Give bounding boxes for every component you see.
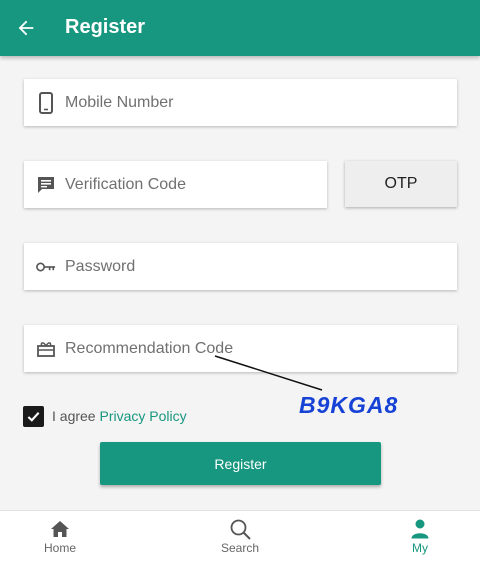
page-title: Register bbox=[65, 16, 146, 38]
verification-code-field[interactable]: Verification Code bbox=[24, 161, 327, 208]
search-icon bbox=[229, 518, 251, 540]
recommendation-code-field[interactable]: Recommendation Code bbox=[24, 325, 457, 372]
gift-icon bbox=[36, 339, 56, 359]
back-button[interactable] bbox=[10, 12, 42, 44]
recommendation-code-annotation: B9KGA8 bbox=[299, 392, 399, 418]
agree-checkbox[interactable] bbox=[23, 406, 44, 427]
nav-label-my: My bbox=[412, 541, 428, 555]
password-placeholder: Password bbox=[65, 257, 136, 275]
password-field[interactable]: Password bbox=[24, 243, 457, 290]
verification-code-placeholder: Verification Code bbox=[65, 175, 186, 193]
privacy-policy-link[interactable]: Privacy Policy bbox=[99, 408, 186, 424]
home-icon bbox=[49, 518, 71, 540]
smartphone-icon bbox=[36, 91, 56, 114]
arrow-left-icon bbox=[18, 20, 34, 36]
key-icon bbox=[36, 257, 56, 277]
mobile-number-placeholder: Mobile Number bbox=[65, 93, 174, 111]
check-icon bbox=[27, 412, 40, 422]
bottom-navigation: Home Search My bbox=[0, 510, 480, 561]
nav-label-home: Home bbox=[43, 541, 76, 555]
register-button[interactable]: Register bbox=[100, 442, 381, 485]
person-icon bbox=[409, 518, 431, 540]
mobile-number-field[interactable]: Mobile Number bbox=[24, 79, 457, 126]
otp-button[interactable]: OTP bbox=[345, 161, 457, 207]
nav-item-my[interactable]: My bbox=[360, 511, 480, 561]
nav-label-search: Search bbox=[220, 541, 260, 555]
app-bar: Register bbox=[0, 0, 480, 56]
recommendation-code-placeholder: Recommendation Code bbox=[65, 339, 234, 357]
agree-text: I agree Privacy Policy bbox=[52, 408, 187, 424]
agree-label: I agree bbox=[52, 408, 96, 424]
nav-item-home[interactable]: Home bbox=[0, 511, 120, 561]
message-icon bbox=[36, 175, 56, 195]
register-screen: Register Mobile Number Verification Code… bbox=[0, 0, 480, 561]
nav-item-search[interactable]: Search bbox=[180, 511, 300, 561]
